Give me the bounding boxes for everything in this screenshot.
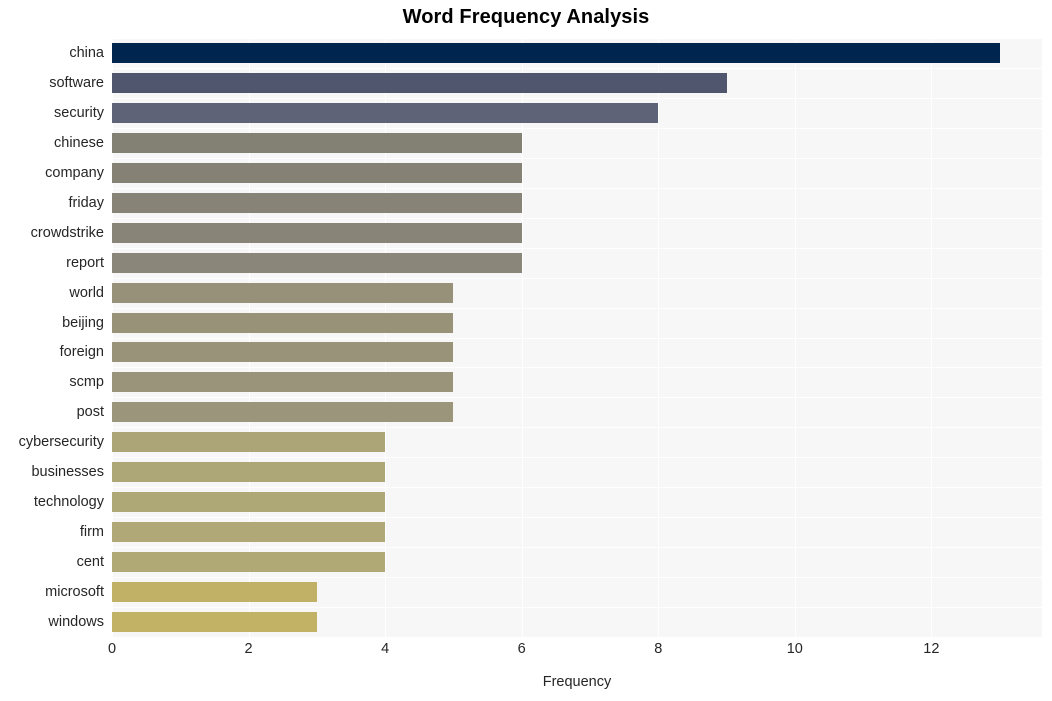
bar[interactable] (112, 432, 386, 453)
y-axis-tick-label: post (76, 404, 104, 421)
gridline-vertical (658, 38, 660, 637)
word-frequency-chart: Word Frequency Analysis china software sec… (0, 0, 1052, 701)
y-axis-tick-label: chinese (54, 134, 104, 151)
x-axis-title: Frequency (542, 674, 612, 690)
y-axis-tick-label: windows (48, 614, 104, 631)
y-axis-tick-label: scmp (69, 374, 104, 391)
bar[interactable] (112, 582, 317, 603)
bar[interactable] (112, 192, 522, 213)
gridline-horizontal (112, 487, 1042, 489)
bar[interactable] (112, 492, 386, 513)
bar[interactable] (112, 312, 454, 333)
bar[interactable] (112, 522, 386, 543)
gridline-horizontal (112, 517, 1042, 519)
bar[interactable] (112, 552, 386, 573)
y-axis-tick-label: foreign (59, 344, 104, 361)
bar[interactable] (112, 402, 454, 423)
y-axis-tick-label: report (66, 254, 104, 271)
bar[interactable] (112, 282, 454, 303)
gridline-horizontal (112, 187, 1042, 189)
plot-area (112, 38, 1042, 637)
gridline-vertical (931, 38, 933, 637)
gridline-horizontal (112, 577, 1042, 579)
y-axis-tick-label: microsoft (45, 584, 104, 601)
y-axis-tick-label: security (54, 104, 104, 121)
x-axis-tick-label: 4 (381, 641, 390, 657)
gridline-horizontal (112, 38, 1042, 39)
gridline-horizontal (112, 127, 1042, 129)
chart-title: Word Frequency Analysis (402, 6, 650, 28)
bar[interactable] (112, 222, 522, 243)
gridline-horizontal (112, 547, 1042, 549)
y-axis-tick-label: cent (76, 554, 104, 571)
gridline-horizontal (112, 247, 1042, 249)
y-axis-tick-label: technology (33, 494, 104, 511)
x-axis-tick-label: 0 (107, 641, 117, 657)
y-axis-tick-label: beijing (62, 314, 104, 331)
gridline-horizontal (112, 97, 1042, 99)
y-axis-tick-label: world (69, 284, 104, 301)
bar[interactable] (112, 372, 454, 393)
x-axis-tick-label: 10 (786, 641, 803, 657)
gridline-horizontal (112, 277, 1042, 279)
gridline-horizontal (112, 337, 1042, 339)
gridline-horizontal (112, 307, 1042, 309)
x-axis-tick-label: 8 (654, 641, 663, 657)
x-axis-tick-label: 2 (244, 641, 253, 657)
gridline-vertical (385, 38, 387, 637)
gridline-vertical (248, 38, 250, 637)
bar[interactable] (112, 102, 659, 123)
y-axis-tick-label: friday (68, 194, 104, 211)
y-axis-tick-label: cybersecurity (18, 434, 104, 451)
y-axis-tick-label: company (45, 164, 104, 181)
y-axis-tick-label: china (69, 44, 104, 61)
x-axis-ticks: 0 2 4 6 8 10 12 (108, 641, 1042, 663)
gridline-horizontal (112, 67, 1042, 69)
x-axis-tick-label: 6 (517, 641, 526, 657)
bar[interactable] (112, 252, 522, 273)
gridline-vertical (112, 38, 113, 637)
y-axis-tick-label: software (49, 74, 104, 91)
gridline-vertical (521, 38, 523, 637)
bar[interactable] (112, 42, 1000, 63)
y-axis-tick-label: crowdstrike (30, 224, 104, 241)
gridline-horizontal (112, 397, 1042, 399)
y-axis-tick-label: businesses (31, 464, 104, 481)
bar[interactable] (112, 342, 454, 363)
gridline-horizontal (112, 367, 1042, 369)
bar[interactable] (112, 612, 317, 633)
bar[interactable] (112, 162, 522, 183)
gridline-horizontal (112, 607, 1042, 609)
gridline-horizontal (112, 427, 1042, 429)
bar[interactable] (112, 72, 727, 93)
x-axis-tick-label: 12 (923, 641, 940, 657)
gridline-horizontal (112, 457, 1042, 459)
bar[interactable] (112, 462, 386, 483)
gridline-horizontal (112, 157, 1042, 159)
y-axis-tick-label: firm (79, 524, 104, 541)
gridline-vertical (794, 38, 796, 637)
bar[interactable] (112, 132, 522, 153)
gridline-horizontal (112, 217, 1042, 219)
y-axis-labels: china software security chinese company frida… (0, 38, 104, 637)
